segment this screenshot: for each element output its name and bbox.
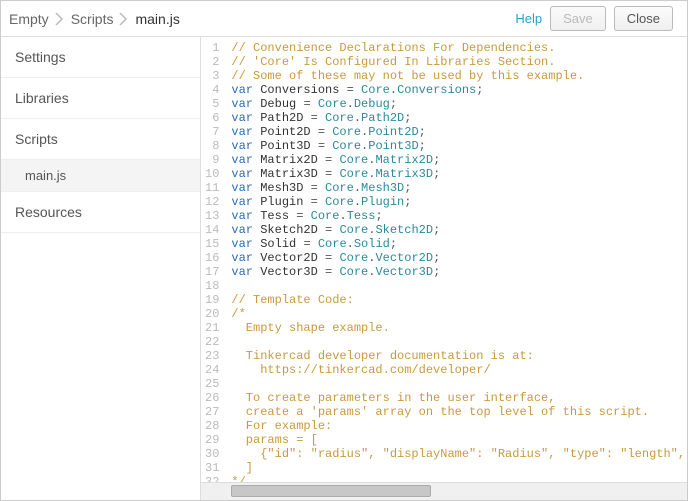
code-line[interactable]: For example: — [231, 419, 681, 433]
code-line[interactable]: // Template Code: — [231, 293, 681, 307]
code-line[interactable]: var Vector2D = Core.Vector2D; — [231, 251, 681, 265]
breadcrumb: Empty Scripts main.js — [1, 11, 515, 27]
sidebar-subitem-mainjs[interactable]: main.js — [1, 160, 200, 192]
scrollbar-thumb[interactable] — [231, 485, 431, 497]
horizontal-scrollbar[interactable] — [201, 482, 687, 500]
code-line[interactable]: var Debug = Core.Debug; — [231, 97, 681, 111]
code-editor[interactable]: 1234567891011121314151617181920212223242… — [201, 37, 687, 482]
code-line[interactable]: */ — [231, 475, 681, 482]
code-line[interactable]: var Conversions = Core.Conversions; — [231, 83, 681, 97]
code-line[interactable]: To create parameters in the user interfa… — [231, 391, 681, 405]
code-line[interactable]: var Plugin = Core.Plugin; — [231, 195, 681, 209]
code-line[interactable]: var Tess = Core.Tess; — [231, 209, 681, 223]
code-line[interactable]: /* — [231, 307, 681, 321]
code-line[interactable]: var Solid = Core.Solid; — [231, 237, 681, 251]
editor-wrap: 1234567891011121314151617181920212223242… — [201, 37, 687, 500]
code-line[interactable]: params = [ — [231, 433, 681, 447]
code-line[interactable]: var Sketch2D = Core.Sketch2D; — [231, 223, 681, 237]
sidebar-item-scripts[interactable]: Scripts — [1, 119, 200, 160]
top-actions: Help Save Close — [515, 6, 681, 31]
code-line[interactable] — [231, 279, 681, 293]
main: Settings Libraries Scripts main.js Resou… — [1, 37, 687, 500]
code-line[interactable]: var Matrix2D = Core.Matrix2D; — [231, 153, 681, 167]
code-line[interactable]: // Convenience Declarations For Dependen… — [231, 41, 681, 55]
code-line[interactable]: var Mesh3D = Core.Mesh3D; — [231, 181, 681, 195]
chevron-right-icon — [117, 12, 131, 26]
gutter: 1234567891011121314151617181920212223242… — [201, 37, 225, 482]
chevron-right-icon — [53, 12, 67, 26]
code-line[interactable]: Tinkercad developer documentation is at: — [231, 349, 681, 363]
breadcrumb-item[interactable]: Empty — [9, 11, 49, 27]
breadcrumb-item[interactable]: Scripts — [71, 11, 114, 27]
code-line[interactable]: var Path2D = Core.Path2D; — [231, 111, 681, 125]
code-line[interactable]: ] — [231, 461, 681, 475]
save-button[interactable]: Save — [550, 6, 606, 31]
sidebar-item-resources[interactable]: Resources — [1, 192, 200, 233]
code-line[interactable]: Empty shape example. — [231, 321, 681, 335]
code-line[interactable] — [231, 377, 681, 391]
sidebar-item-libraries[interactable]: Libraries — [1, 78, 200, 119]
breadcrumb-item: main.js — [135, 11, 179, 27]
sidebar-item-settings[interactable]: Settings — [1, 37, 200, 78]
code-line[interactable] — [231, 335, 681, 349]
code-area[interactable]: // Convenience Declarations For Dependen… — [225, 37, 687, 482]
code-line[interactable]: var Vector3D = Core.Vector3D; — [231, 265, 681, 279]
code-line[interactable]: // Some of these may not be used by this… — [231, 69, 681, 83]
code-line[interactable]: var Point3D = Core.Point3D; — [231, 139, 681, 153]
code-line[interactable]: // 'Core' Is Configured In Libraries Sec… — [231, 55, 681, 69]
code-line[interactable]: var Point2D = Core.Point2D; — [231, 125, 681, 139]
close-button[interactable]: Close — [614, 6, 673, 31]
help-link[interactable]: Help — [515, 11, 542, 26]
sidebar: Settings Libraries Scripts main.js Resou… — [1, 37, 201, 500]
code-line[interactable]: {"id": "radius", "displayName": "Radius"… — [231, 447, 681, 461]
code-line[interactable]: https://tinkercad.com/developer/ — [231, 363, 681, 377]
code-line[interactable]: create a 'params' array on the top level… — [231, 405, 681, 419]
code-line[interactable]: var Matrix3D = Core.Matrix3D; — [231, 167, 681, 181]
app-window: Empty Scripts main.js Help Save Close Se… — [0, 0, 688, 501]
topbar: Empty Scripts main.js Help Save Close — [1, 1, 687, 37]
